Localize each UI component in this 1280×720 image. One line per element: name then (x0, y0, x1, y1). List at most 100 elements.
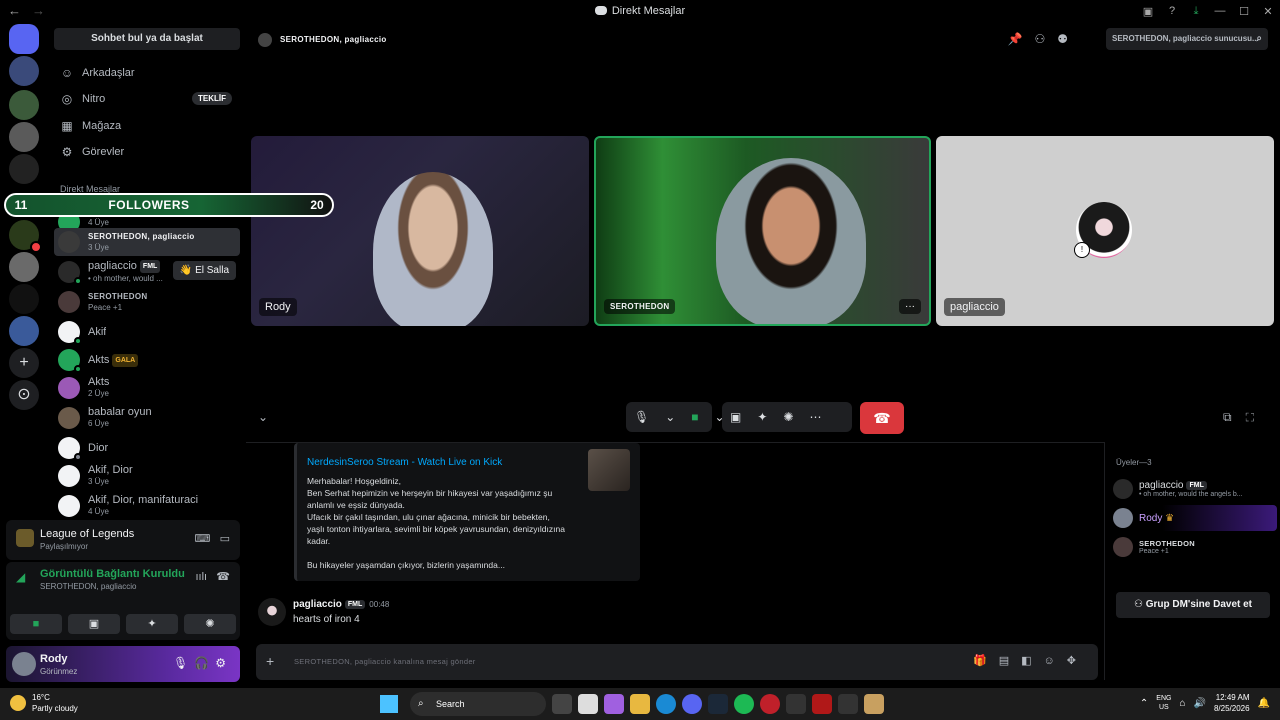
calendar-icon[interactable] (578, 694, 598, 714)
download-icon[interactable]: ⤓ (1184, 5, 1208, 18)
avatar[interactable] (12, 652, 36, 676)
chevron-down-icon[interactable]: ⌄ (657, 410, 683, 424)
maximize-icon[interactable]: ☐ (1232, 5, 1256, 18)
screen-share-icon[interactable]: ▣ (722, 410, 749, 424)
league-of-legends-icon[interactable] (864, 694, 884, 714)
member-item[interactable]: Rody ♛ (1113, 505, 1277, 531)
message-author[interactable]: pagliaccio FML 00:48 (293, 599, 389, 610)
edge-browser-icon[interactable] (656, 694, 676, 714)
server-icon[interactable] (9, 284, 39, 314)
message-composer[interactable]: + SEROTHEDON, pagliaccio kanalına mesaj … (256, 644, 1098, 680)
video-tile-serothedon[interactable]: SEROTHEDON ··· (594, 136, 931, 326)
dm-item[interactable]: Dior (54, 434, 240, 462)
app-icon[interactable] (812, 694, 832, 714)
more-options-button[interactable]: ··· (899, 299, 921, 314)
video-tile-pagliaccio[interactable]: ! pagliaccio (936, 136, 1274, 326)
member-list-icon[interactable]: ⚉ (1057, 32, 1080, 46)
gift-icon[interactable]: 🎁 (973, 655, 999, 667)
dm-item[interactable]: Akts 2 Üye (54, 374, 240, 402)
inbox-icon[interactable]: ▣ (1136, 5, 1160, 18)
screen-share-button[interactable]: ▣ (68, 614, 120, 634)
soundboard-button[interactable]: ✺ (184, 614, 236, 634)
dm-item[interactable]: babalar oyun 6 Üye (54, 404, 240, 432)
camera-icon[interactable]: ■ (683, 410, 706, 424)
gif-icon[interactable]: ▤ (999, 655, 1021, 667)
soundboard-icon[interactable]: ✺ (775, 410, 801, 424)
user-name[interactable]: Rody (40, 653, 68, 665)
task-view-icon[interactable] (552, 694, 572, 714)
app-icon[interactable] (786, 694, 806, 714)
video-tile-rody[interactable]: Rody (251, 136, 589, 326)
steam-icon[interactable] (708, 694, 728, 714)
more-icon[interactable]: ⋯ (801, 410, 829, 424)
nav-shop[interactable]: ▦ Mağaza (54, 113, 240, 139)
language-indicator[interactable]: ENG US (1156, 694, 1171, 712)
server-icon[interactable] (9, 90, 39, 120)
activities-icon[interactable]: ✦ (749, 410, 775, 424)
add-server-icon[interactable]: + (9, 348, 39, 378)
member-item[interactable]: pagliaccio FML • oh mother, would the ange… (1113, 476, 1277, 502)
hang-up-button[interactable]: ☎ (860, 402, 904, 434)
server-icon[interactable] (9, 154, 39, 184)
noise-suppression-icon[interactable]: ıılı (196, 571, 208, 583)
copilot-icon[interactable] (604, 694, 624, 714)
settings-gear-icon[interactable]: ⚙ (215, 656, 232, 670)
clock[interactable]: 12:49 AM 8/25/2026 (1214, 692, 1250, 714)
wave-button[interactable]: 👋 El Salla (172, 261, 236, 280)
invite-to-group-button[interactable]: ⚇ Grup DM'sine Davet et (1116, 592, 1270, 618)
dm-item[interactable]: pagliaccio FML • oh mother, would ... 👋 El … (54, 258, 240, 286)
help-icon[interactable]: ? (1160, 5, 1184, 17)
screen-share-icon[interactable]: ▭ (220, 533, 230, 545)
taskbar-search[interactable]: ⌕ Search (410, 692, 546, 716)
find-conversation-button[interactable]: Sohbet bul ya da başlat (54, 28, 240, 50)
pin-icon[interactable]: 📌 (1008, 32, 1035, 46)
server-icon[interactable] (9, 220, 42, 253)
activities-button[interactable]: ✦ (126, 614, 178, 634)
chevron-up-icon[interactable]: ⌃ (1140, 698, 1148, 709)
emoji-icon[interactable]: ☺ (1044, 655, 1067, 667)
network-icon[interactable]: ⌂ (1179, 698, 1185, 709)
close-icon[interactable]: ✕ (1256, 5, 1280, 18)
dm-item[interactable]: Akif, Dior 3 Üye (54, 462, 240, 490)
server-icon[interactable] (9, 316, 39, 346)
volume-icon[interactable]: 🔊 (1194, 698, 1206, 709)
headphones-icon[interactable]: 🎧 (194, 656, 215, 670)
voice-status[interactable]: Görüntülü Bağlantı Kuruldu (40, 568, 185, 580)
member-item[interactable]: SEROTHEDON Peace +1 (1113, 534, 1277, 560)
weather-widget[interactable]: 16°C Partly cloudy (10, 692, 78, 714)
popout-icon[interactable]: ⧉ (1223, 410, 1246, 424)
microphone-icon[interactable]: 🎙 (173, 656, 194, 670)
dm-item[interactable]: SEROTHEDON Peace +1 (54, 288, 240, 316)
server-icon[interactable] (9, 252, 39, 282)
dm-item[interactable]: Akif, Dior, manifaturaci 4 Üye (54, 492, 240, 520)
server-icon[interactable] (9, 56, 39, 86)
home-dm-button[interactable] (9, 24, 39, 54)
embed-thumbnail[interactable] (588, 449, 630, 491)
chevron-down-icon[interactable]: ⌄ (258, 410, 268, 424)
discover-icon[interactable]: ⊙ (9, 380, 39, 410)
server-icon[interactable] (9, 122, 39, 152)
attach-plus-icon[interactable]: + (266, 653, 274, 669)
opera-icon[interactable] (760, 694, 780, 714)
file-explorer-icon[interactable] (630, 694, 650, 714)
sticker-icon[interactable]: ◧ (1021, 655, 1043, 667)
nav-friends[interactable]: ☺ Arkadaşlar (54, 60, 240, 86)
controller-icon[interactable]: ⌨ (195, 533, 211, 545)
add-members-icon[interactable]: ⚇ (1034, 32, 1057, 46)
minimize-icon[interactable]: — (1208, 5, 1232, 17)
fullscreen-icon[interactable]: ⛶ (1246, 410, 1268, 424)
dm-item[interactable]: Akif (54, 318, 240, 346)
voice-channel[interactable]: SEROTHEDON, pagliaccio (40, 582, 136, 591)
apps-icon[interactable]: ✥ (1067, 655, 1088, 667)
notifications-icon[interactable]: 🔔 (1258, 698, 1270, 709)
spotify-icon[interactable] (734, 694, 754, 714)
disconnect-icon[interactable]: ☎ (216, 571, 230, 583)
avatar[interactable] (258, 598, 286, 626)
microphone-icon[interactable]: 🎙 (626, 410, 657, 424)
discord-app-icon[interactable] (682, 694, 702, 714)
windows-start-icon[interactable] (380, 695, 398, 713)
embed-link[interactable]: NerdesinSeroo Stream - Watch Live on Kic… (307, 457, 502, 468)
app-icon[interactable] (838, 694, 858, 714)
dm-item[interactable]: Akts GALA (54, 346, 240, 374)
nav-nitro[interactable]: ◎ Nitro TEKLİF (54, 86, 240, 112)
